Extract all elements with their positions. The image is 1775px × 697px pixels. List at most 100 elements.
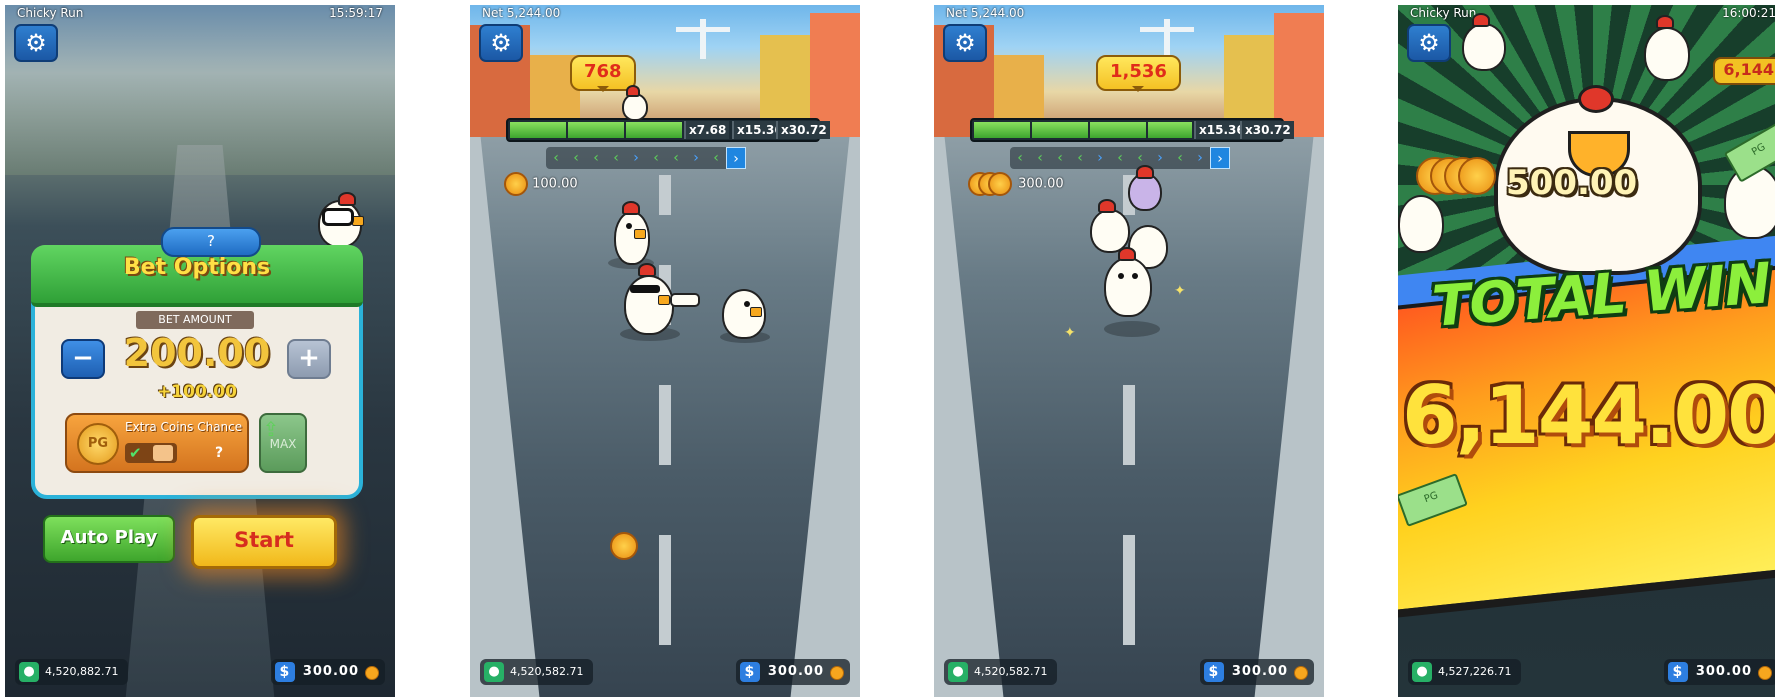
wallet-amount: 4,520,882.71 xyxy=(45,665,119,678)
chevron-left-icon: ‹ xyxy=(593,150,599,166)
chicken-stack xyxy=(1084,165,1174,365)
coin-icon xyxy=(365,666,379,680)
total-win-amount: 6,144.00 xyxy=(1402,369,1775,462)
chevron-left-icon: ‹ xyxy=(553,150,559,166)
progress-segment xyxy=(1090,122,1148,138)
coin-stack-icon xyxy=(1416,145,1506,205)
chevron-right-icon: › xyxy=(1210,147,1230,169)
progress-segment xyxy=(626,122,684,138)
checkmark-icon: ✔ xyxy=(129,444,142,462)
coin-count: 100.00 xyxy=(532,176,578,192)
chevron-left-icon: ‹ xyxy=(713,150,719,166)
statue xyxy=(1164,19,1170,59)
chevron-left-icon: ‹ xyxy=(1057,150,1063,166)
balance-display[interactable]: $ 300.00 xyxy=(1663,659,1775,685)
sparkle-icon: ✦ xyxy=(1064,325,1076,341)
chevron-left-icon: ‹ xyxy=(673,150,679,166)
chevron-right-icon: › xyxy=(726,147,746,169)
chevron-left-icon: ‹ xyxy=(613,150,619,166)
chicken-leader xyxy=(620,263,700,343)
bet-options-dialog: ? Bet Options BET AMOUNT − 200.00 + +100… xyxy=(31,227,369,505)
coin-count: 300.00 xyxy=(1018,176,1064,192)
screen-run-2: Net 5,244.00 ⚙ 1,536 x15.36 x30.72 ‹ ‹ ‹… xyxy=(934,5,1324,697)
screen-bet-options: Chicky Run 15:59:17 ⚙ ? Bet Options BET … xyxy=(5,5,395,697)
user-wallet-icon: ● xyxy=(19,662,39,682)
coin-icon xyxy=(1758,666,1772,680)
multiplier-2: x30.72 xyxy=(1240,121,1294,139)
increase-bet-button[interactable]: + xyxy=(287,339,331,379)
statue-arms xyxy=(1140,27,1194,32)
settings-button[interactable]: ⚙ xyxy=(1407,24,1451,62)
coin-icon xyxy=(1294,666,1308,680)
chicken-marker xyxy=(618,85,648,121)
decrease-bet-button[interactable]: − xyxy=(61,339,105,379)
gear-icon: ⚙ xyxy=(954,29,976,57)
chicken xyxy=(1638,13,1694,83)
chicken xyxy=(608,201,658,271)
dialog-title: Bet Options xyxy=(123,255,271,280)
clock: 16:00:21 xyxy=(1722,6,1775,20)
coin-win-amount: 500.00 xyxy=(1506,163,1638,203)
statue xyxy=(700,19,706,59)
coin-icon xyxy=(830,666,844,680)
balance-amount: 300.00 xyxy=(1231,664,1288,679)
chevron-left-icon: ‹ xyxy=(573,150,579,166)
gear-icon: ⚙ xyxy=(490,29,512,57)
chevron-left-icon: ‹ xyxy=(1037,150,1043,166)
game-title: Chicky Run xyxy=(17,6,84,20)
net-display: Net 5,244.00 xyxy=(482,6,561,20)
multiplier-1: x7.68 xyxy=(684,121,730,139)
max-bet-button[interactable]: ⇪ MAX xyxy=(259,413,307,473)
clock: 15:59:17 xyxy=(329,6,383,20)
coin-icon xyxy=(504,172,528,196)
bet-amount-label: BET AMOUNT xyxy=(136,311,254,329)
chevron-right-icon: › xyxy=(693,150,699,166)
progress-bar: x7.68 x15.36 x30.72 xyxy=(506,118,830,142)
balance-display[interactable]: $ 300.00 xyxy=(270,659,385,685)
dollar-icon: $ xyxy=(274,662,295,682)
extra-coins-toggle[interactable]: ✔ xyxy=(125,443,177,463)
start-button[interactable]: Start xyxy=(191,515,337,569)
wallet-display: ● 4,520,582.71 xyxy=(480,659,594,685)
help-button[interactable]: ? xyxy=(161,227,261,257)
lane-marking xyxy=(1123,385,1135,465)
lane-marking xyxy=(659,385,671,465)
screen-run-1: Net 5,244.00 ⚙ 768 x7.68 x15.36 x30.72 ‹… xyxy=(470,5,860,697)
lane-marking xyxy=(659,535,671,645)
balance-display[interactable]: $ 300.00 xyxy=(735,659,850,685)
extra-coins-chance-panel[interactable]: PG Extra Coins Chance ✔ ? xyxy=(65,413,249,473)
user-wallet-icon: ● xyxy=(1412,662,1432,682)
lane-marking xyxy=(1123,535,1135,645)
wallet-amount: 4,520,582.71 xyxy=(974,665,1048,678)
settings-button[interactable]: ⚙ xyxy=(943,24,987,62)
multiplier-3: x30.72 xyxy=(776,121,830,139)
wallet-amount: 4,527,226.71 xyxy=(1438,665,1512,678)
progress-segment xyxy=(1148,122,1194,138)
progress-bar: x15.36 x30.72 xyxy=(970,118,1294,142)
settings-button[interactable]: ⚙ xyxy=(479,24,523,62)
arrow-up-icon: ⇪ xyxy=(262,417,280,441)
extra-coins-help-button[interactable]: ? xyxy=(215,445,223,461)
pg-coin-icon: PG xyxy=(77,423,119,465)
balance-amount: 300.00 xyxy=(302,664,359,679)
user-wallet-icon: ● xyxy=(484,662,504,682)
chevron-right-icon: › xyxy=(633,150,639,166)
coin-counter: 300.00 xyxy=(968,172,1064,196)
gear-icon: ⚙ xyxy=(1418,29,1440,57)
chicken xyxy=(1458,13,1508,73)
dollar-icon: $ xyxy=(739,662,760,682)
score-bubble: 1,536 xyxy=(1096,55,1181,92)
max-label: MAX xyxy=(269,437,297,451)
auto-play-button[interactable]: Auto Play xyxy=(43,515,175,563)
toggle-knob xyxy=(153,445,173,461)
wallet-display: ● 4,520,882.71 xyxy=(15,659,129,685)
sparkle-icon: ✦ xyxy=(1174,283,1186,299)
chevron-left-icon: ‹ xyxy=(653,150,659,166)
balance-display[interactable]: $ 300.00 xyxy=(1199,659,1314,685)
balance-amount: 300.00 xyxy=(1695,664,1752,679)
settings-button[interactable]: ⚙ xyxy=(14,24,58,62)
dollar-icon: $ xyxy=(1667,662,1688,682)
lane-marking xyxy=(659,175,671,215)
balance-amount: 300.00 xyxy=(767,664,824,679)
chicken xyxy=(716,283,776,345)
